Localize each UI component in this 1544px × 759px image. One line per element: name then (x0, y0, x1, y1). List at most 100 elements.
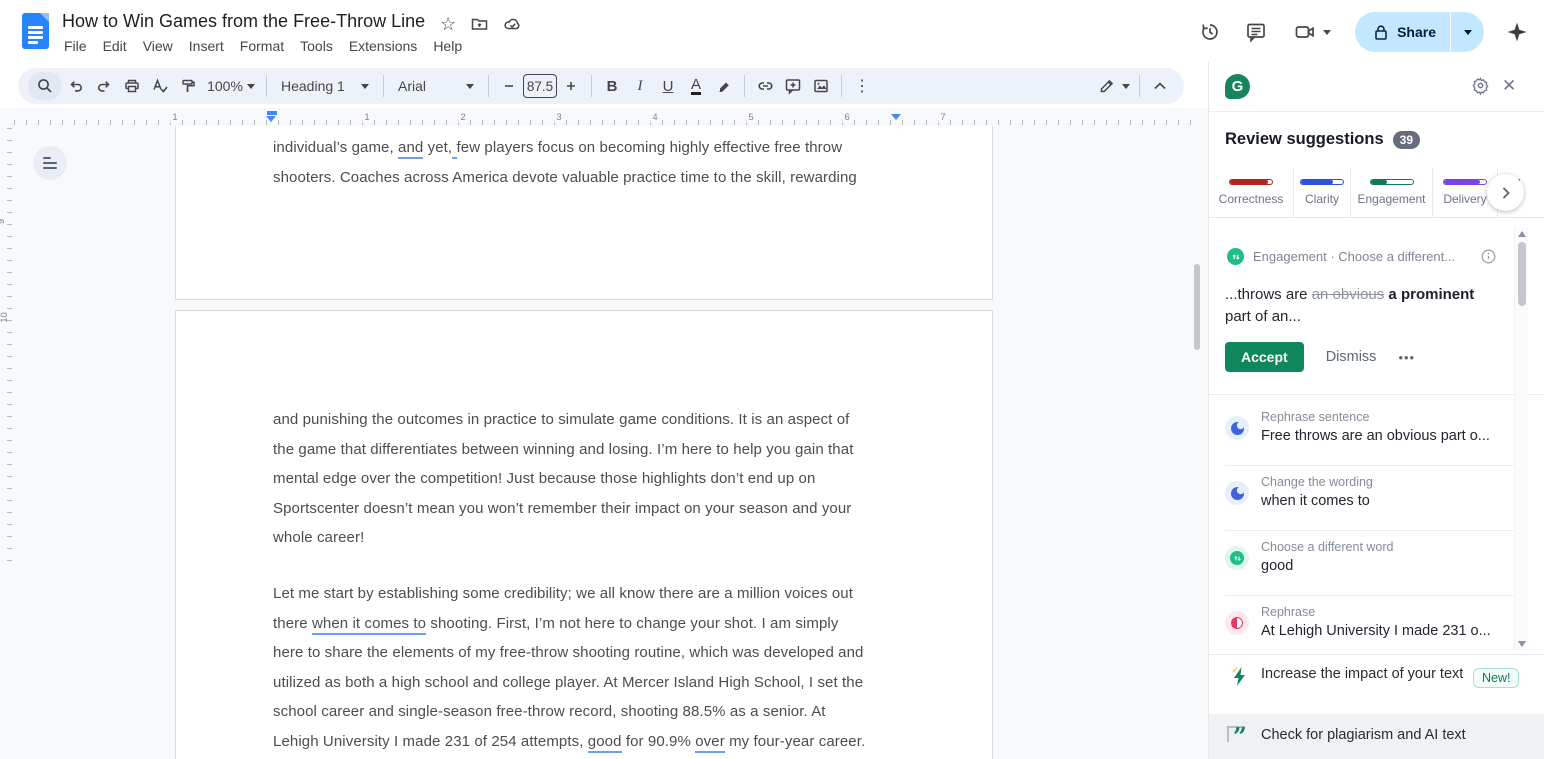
font-size-input[interactable]: 87.5 (523, 74, 557, 98)
hide-menus-button[interactable] (1146, 72, 1174, 100)
menu-extensions[interactable]: Extensions (341, 36, 425, 56)
document-outline-button[interactable] (33, 146, 67, 180)
sidebar-scrollbar-thumb[interactable] (1518, 242, 1526, 306)
menu-tools[interactable]: Tools (292, 36, 341, 56)
version-history-icon[interactable] (1197, 19, 1223, 45)
accept-button[interactable]: Accept (1225, 342, 1304, 372)
tab-engagement[interactable]: Engagement (1351, 168, 1433, 217)
tab-correctness[interactable]: Correctness (1209, 168, 1294, 217)
vertical-ruler[interactable]: 9 10 (0, 128, 12, 568)
panel-title: Review suggestions (1225, 130, 1384, 149)
share-button-group: Share (1355, 12, 1484, 52)
page1-paragraph[interactable]: individual’s game, and yet, few players … (273, 133, 913, 193)
paragraph-style-value: Heading 1 (281, 78, 345, 94)
gemini-sparkle-icon[interactable] (1504, 19, 1530, 45)
more-toolbar-options-button[interactable]: ⋮ (848, 72, 876, 100)
sidebar-scrollbar[interactable] (1514, 228, 1528, 650)
suggestion-count-badge: 39 (1393, 131, 1420, 149)
gear-icon[interactable] (1471, 76, 1490, 95)
redo-button[interactable] (90, 72, 118, 100)
dismiss-button[interactable]: Dismiss (1326, 349, 1377, 365)
more-options-button[interactable]: ••• (1398, 350, 1415, 365)
plagiarism-check-row[interactable]: ” Check for plagiarism and AI text (1209, 714, 1544, 759)
page2-paragraph-1[interactable]: and punishing the outcomes in practice t… (273, 405, 913, 553)
tabs-scroll-right-button[interactable] (1487, 174, 1524, 211)
decrease-font-size-button[interactable] (495, 72, 523, 100)
ruler-number: 4 (650, 112, 659, 123)
suggestion-item-rephrase[interactable]: Rephrase At Lehigh University I made 231… (1209, 596, 1544, 661)
word-swap-icon (1225, 546, 1249, 570)
delivery-progress-bar (1443, 179, 1487, 185)
redo-icon (95, 77, 113, 95)
editing-mode-select[interactable] (1095, 72, 1133, 100)
spelling-check-button[interactable] (146, 72, 174, 100)
horizontal-ruler[interactable]: 1 1 2 3 4 5 6 7 (0, 110, 1208, 126)
insert-link-button[interactable] (751, 72, 779, 100)
tab-clarity[interactable]: Clarity (1294, 168, 1351, 217)
suggestion-item-different-word[interactable]: Choose a different word good (1209, 531, 1544, 596)
search-menus-button[interactable] (28, 72, 62, 100)
first-line-indent-marker[interactable] (267, 111, 277, 115)
bold-button[interactable]: B (598, 72, 626, 100)
meet-video-call-button[interactable] (1289, 19, 1335, 45)
increase-font-size-button[interactable] (557, 72, 585, 100)
highlighter-icon (715, 77, 733, 95)
share-label: Share (1397, 24, 1436, 40)
insert-image-button[interactable] (807, 72, 835, 100)
font-family-select[interactable]: Arial (390, 72, 482, 100)
suggestion-item-rephrase-sentence[interactable]: Rephrase sentence Free throws are an obv… (1209, 401, 1544, 466)
document-page-2[interactable]: and punishing the outcomes in practice t… (175, 310, 993, 759)
highlight-color-button[interactable] (710, 72, 738, 100)
ruler-number: 7 (938, 112, 947, 123)
share-button[interactable]: Share (1355, 12, 1450, 52)
spellcheck-icon (151, 77, 169, 95)
suggestion-item-change-wording[interactable]: Change the wording when it comes to (1209, 466, 1544, 531)
document-scrollbar-thumb[interactable] (1194, 264, 1200, 350)
star-icon[interactable]: ☆ (440, 15, 456, 33)
engagement-suggestion-icon (1227, 248, 1244, 265)
left-indent-marker[interactable] (266, 116, 276, 122)
scroll-down-arrow[interactable] (1518, 641, 1526, 647)
text-color-button[interactable]: A (682, 72, 710, 100)
italic-button[interactable]: I (626, 72, 654, 100)
meet-dropdown-caret[interactable] (1323, 30, 1331, 35)
zoom-select[interactable]: 100% (202, 72, 260, 100)
menu-help[interactable]: Help (425, 36, 470, 56)
share-dropdown-button[interactable] (1450, 12, 1484, 52)
ruler-number: 3 (554, 112, 563, 123)
info-icon[interactable] (1481, 249, 1496, 264)
print-button[interactable] (118, 72, 146, 100)
rewrite-icon (1225, 481, 1249, 505)
move-folder-icon[interactable] (470, 15, 489, 33)
menu-view[interactable]: View (135, 36, 181, 56)
ruler-number: 10 (0, 312, 10, 323)
app-header: How to Win Games from the Free-Throw Lin… (0, 0, 1544, 62)
menu-edit[interactable]: Edit (95, 36, 135, 56)
comment-add-icon (784, 77, 802, 95)
undo-button[interactable] (62, 72, 90, 100)
removed-text: an obvious (1312, 286, 1385, 303)
correctness-progress-bar (1229, 179, 1273, 185)
suggestion-list: Rephrase sentence Free throws are an obv… (1209, 394, 1544, 395)
menu-format[interactable]: Format (232, 36, 292, 56)
lightning-bolt-icon (1231, 666, 1248, 687)
menu-insert[interactable]: Insert (181, 36, 232, 56)
underline-button[interactable]: U (654, 72, 682, 100)
close-icon[interactable]: ✕ (1502, 77, 1516, 94)
cloud-saved-icon[interactable] (503, 15, 523, 33)
scroll-up-arrow[interactable] (1518, 231, 1526, 237)
suggestion-excerpt: ...throws are an obvious a prominent par… (1225, 284, 1501, 327)
page2-paragraph-2[interactable]: Let me start by establishing some credib… (273, 579, 913, 756)
right-indent-marker[interactable] (891, 114, 901, 120)
document-page-1[interactable]: individual’s game, and yet, few players … (175, 126, 993, 300)
paragraph-style-select[interactable]: Heading 1 (273, 72, 377, 100)
paint-format-button[interactable] (174, 72, 202, 100)
add-comment-button[interactable] (779, 72, 807, 100)
comments-icon[interactable] (1243, 19, 1269, 45)
toolbar: 100% Heading 1 Arial 87.5 B I U A (18, 68, 1184, 104)
print-icon (123, 77, 141, 95)
google-docs-logo[interactable] (22, 13, 49, 49)
increase-impact-row[interactable]: Increase the impact of your text New! (1209, 656, 1544, 714)
menu-file[interactable]: File (56, 36, 95, 56)
document-title[interactable]: How to Win Games from the Free-Throw Lin… (62, 11, 425, 32)
